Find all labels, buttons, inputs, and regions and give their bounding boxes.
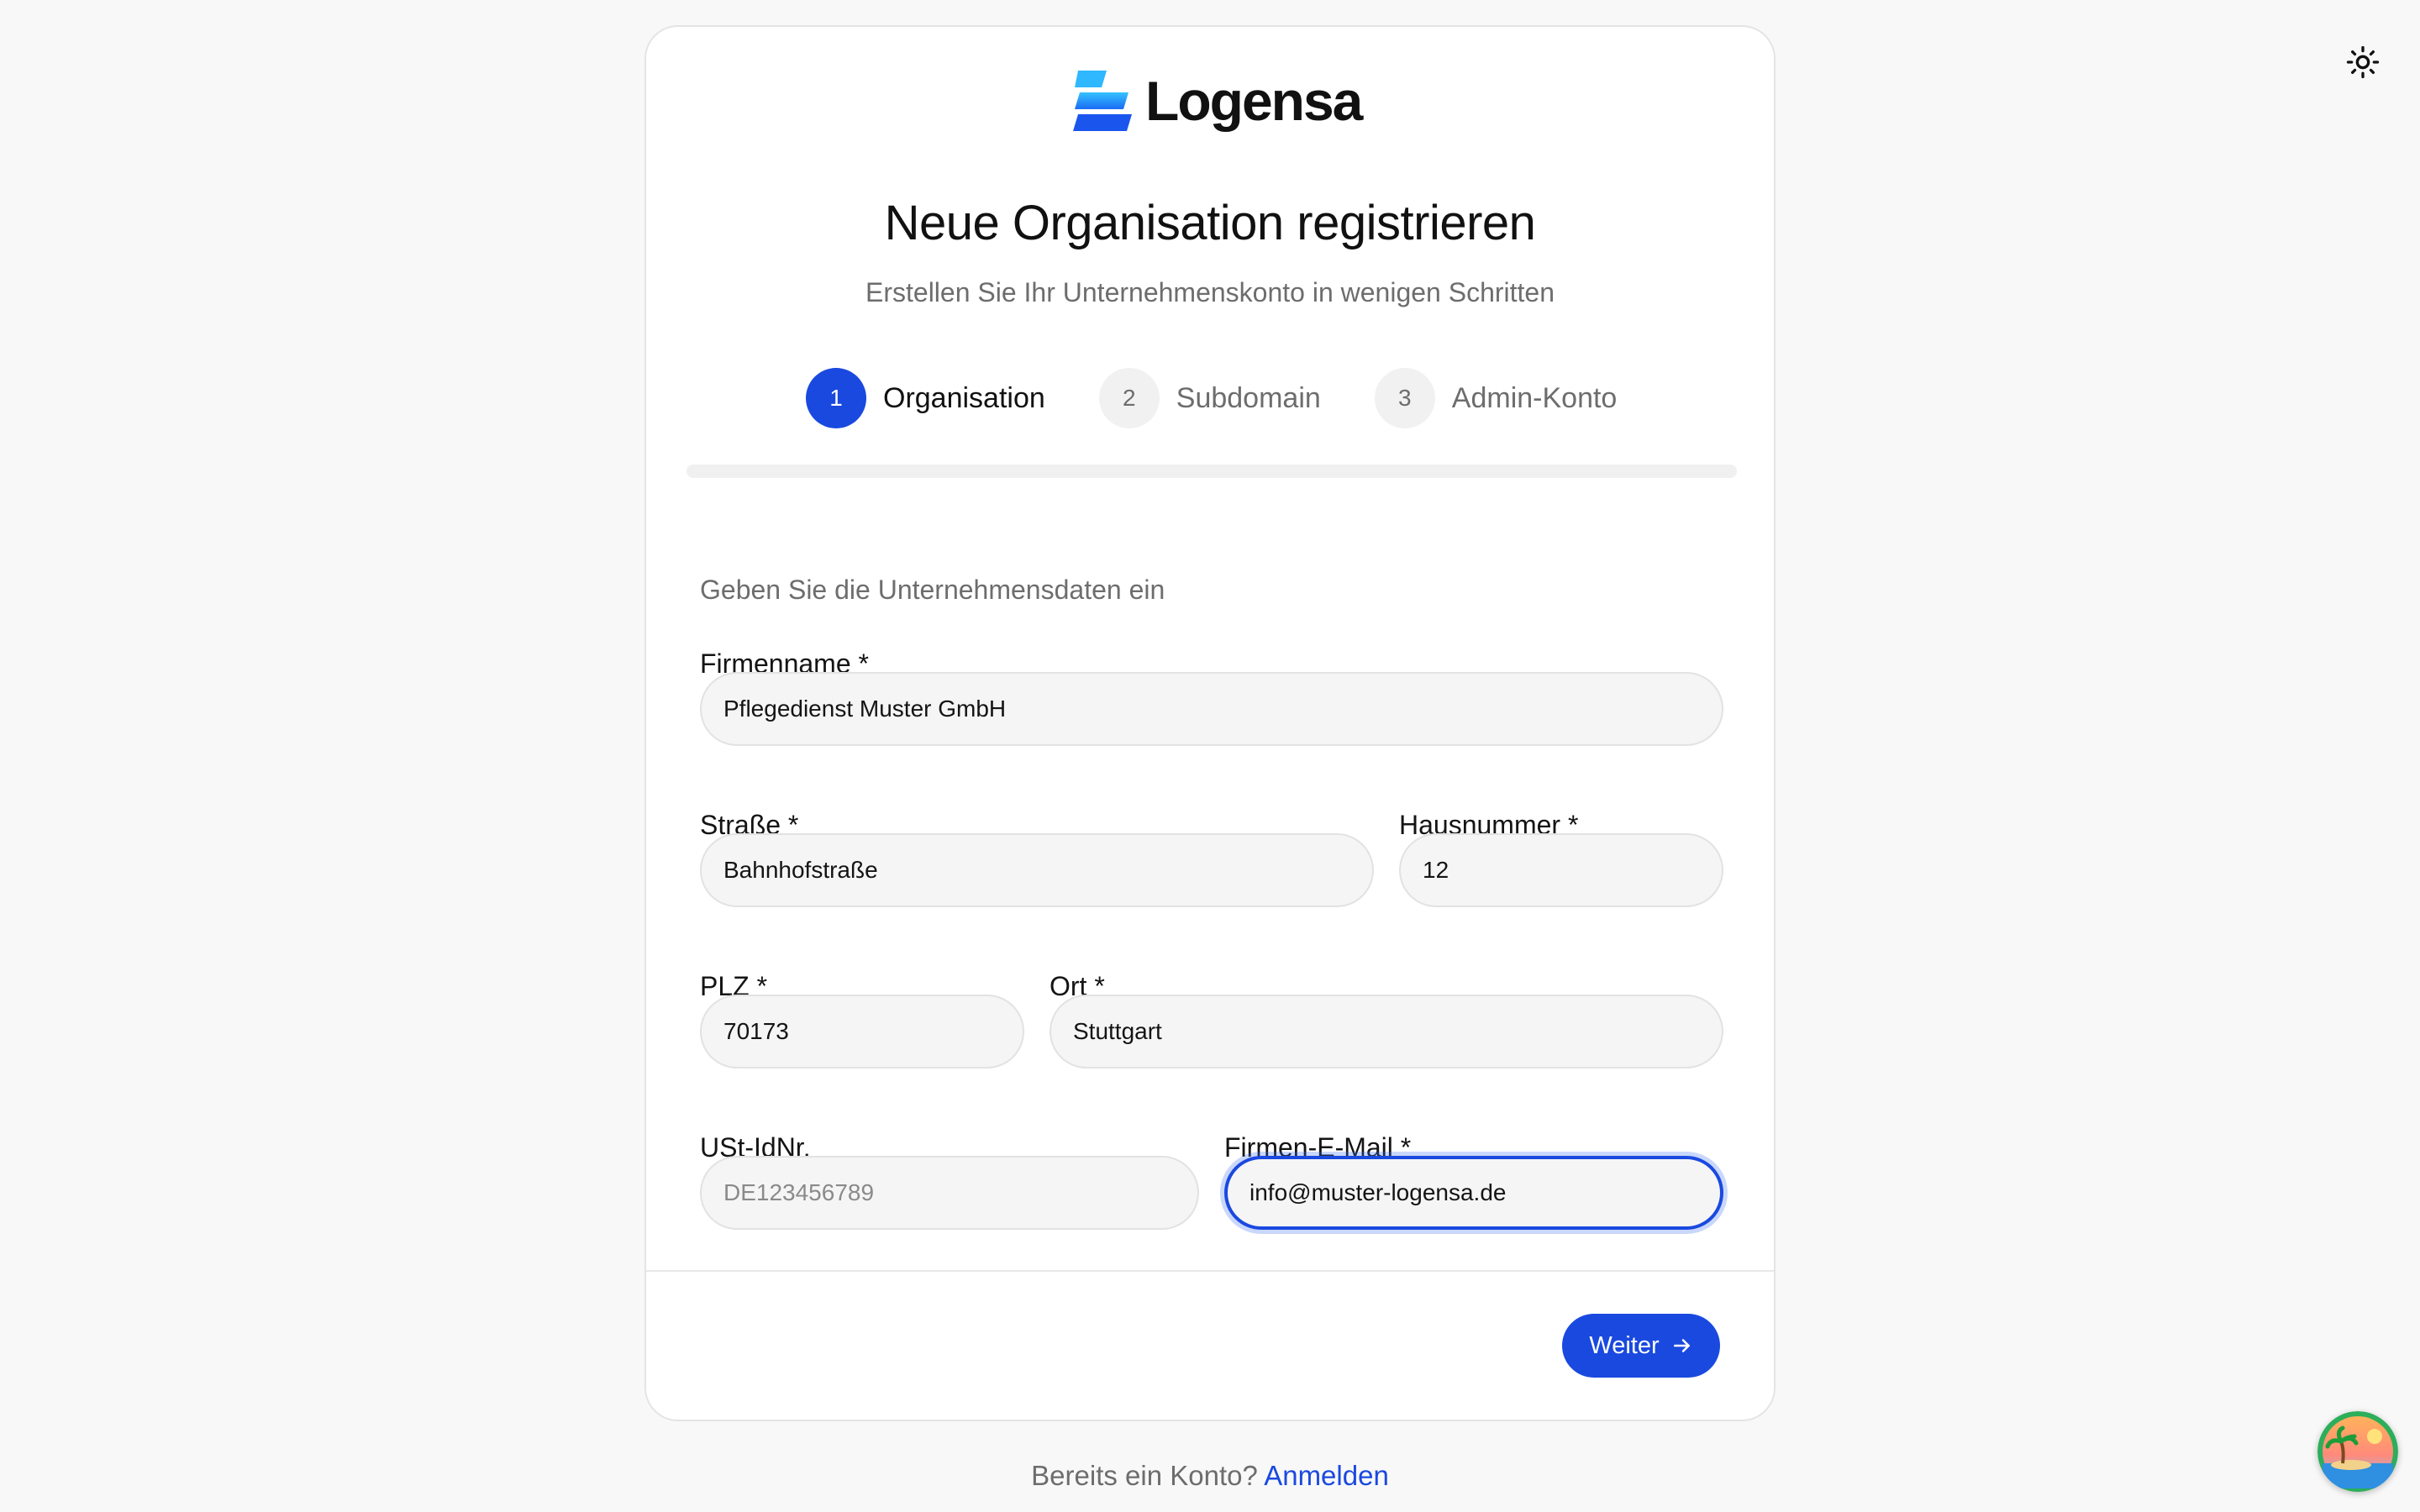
arrow-right-icon — [1673, 1339, 1690, 1352]
island-avatar-icon[interactable] — [2317, 1411, 2398, 1492]
registration-card: Logensa Neue Organisation registrieren E… — [644, 25, 1776, 1421]
step-number: 3 — [1374, 368, 1435, 428]
step-label: Organisation — [883, 381, 1045, 414]
step-number: 2 — [1098, 368, 1160, 428]
footer-divider — [646, 1270, 1774, 1272]
sun-icon — [2346, 45, 2380, 79]
logo-wordmark: Logensa — [1145, 70, 1363, 132]
next-button[interactable]: Weiter — [1562, 1314, 1720, 1378]
section-description: Geben Sie die Unternehmensdaten ein — [700, 575, 1165, 605]
company-name-field[interactable] — [700, 672, 1723, 746]
city-field[interactable] — [1050, 995, 1723, 1068]
stepper: 1 Organisation 2 Subdomain 3 Admin-Konto — [806, 368, 1617, 428]
step-organisation[interactable]: 1 Organisation — [806, 368, 1045, 428]
step-number: 1 — [806, 368, 866, 428]
vat-id-field[interactable] — [700, 1156, 1199, 1230]
step-label: Admin-Konto — [1451, 381, 1618, 414]
step-label: Subdomain — [1176, 381, 1321, 414]
email-field[interactable] — [1224, 1156, 1723, 1230]
step-admin-konto[interactable]: 3 Admin-Konto — [1374, 368, 1618, 428]
street-field[interactable] — [700, 833, 1374, 907]
theme-toggle-button[interactable] — [2339, 39, 2386, 86]
progress-track — [687, 465, 1737, 478]
step-subdomain[interactable]: 2 Subdomain — [1098, 368, 1321, 428]
page-title: Neue Organisation registrieren — [884, 196, 1536, 250]
login-prompt: Bereits ein Konto? Anmelden — [0, 1460, 2420, 1492]
login-link[interactable]: Anmelden — [1264, 1460, 1389, 1491]
zip-field[interactable] — [700, 995, 1024, 1068]
house-number-field[interactable] — [1399, 833, 1723, 907]
next-button-label: Weiter — [1589, 1331, 1660, 1359]
logo-mark-icon — [1073, 71, 1132, 131]
page-subtitle: Erstellen Sie Ihr Unternehmenskonto in w… — [865, 277, 1555, 307]
logo: Logensa — [1073, 67, 1363, 134]
login-prompt-text: Bereits ein Konto? — [1031, 1460, 1258, 1491]
